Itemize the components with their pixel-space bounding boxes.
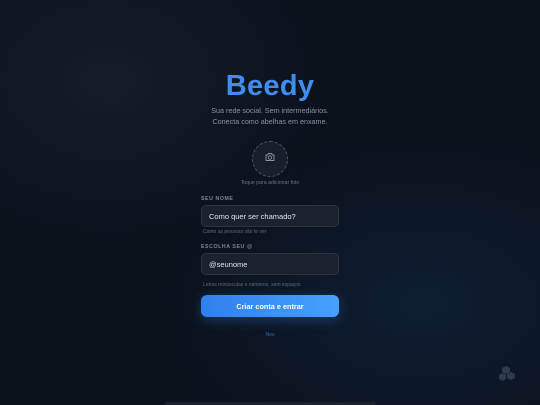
tagline-line-1: Sua rede social. Sem intermediários. [211,106,329,115]
avatar-hint: Toque para adicionar foto [240,180,300,186]
name-hint: Como as pessoas vão te ver [203,229,267,235]
bee-watermark-icon [496,364,520,384]
name-label: SEU NOME [201,196,234,202]
tagline-line-2: Conecta como abelhas em enxame. [212,117,328,126]
avatar-upload-button[interactable] [252,141,288,177]
create-account-button[interactable]: Criar conta e entrar [201,295,339,317]
handle-field[interactable]: @seunome [201,253,339,275]
camera-icon [264,150,276,168]
name-field[interactable]: Como quer ser chamado? [201,205,339,227]
handle-label: ESCOLHA SEU @ [201,244,253,250]
brand-logo: Beedy [225,70,315,102]
footer-link[interactable]: Nos [0,332,540,338]
tagline: Sua rede social. Sem intermediários. Con… [0,105,540,127]
handle-hint: Letras minúsculas e números, sem espaços [203,282,301,288]
